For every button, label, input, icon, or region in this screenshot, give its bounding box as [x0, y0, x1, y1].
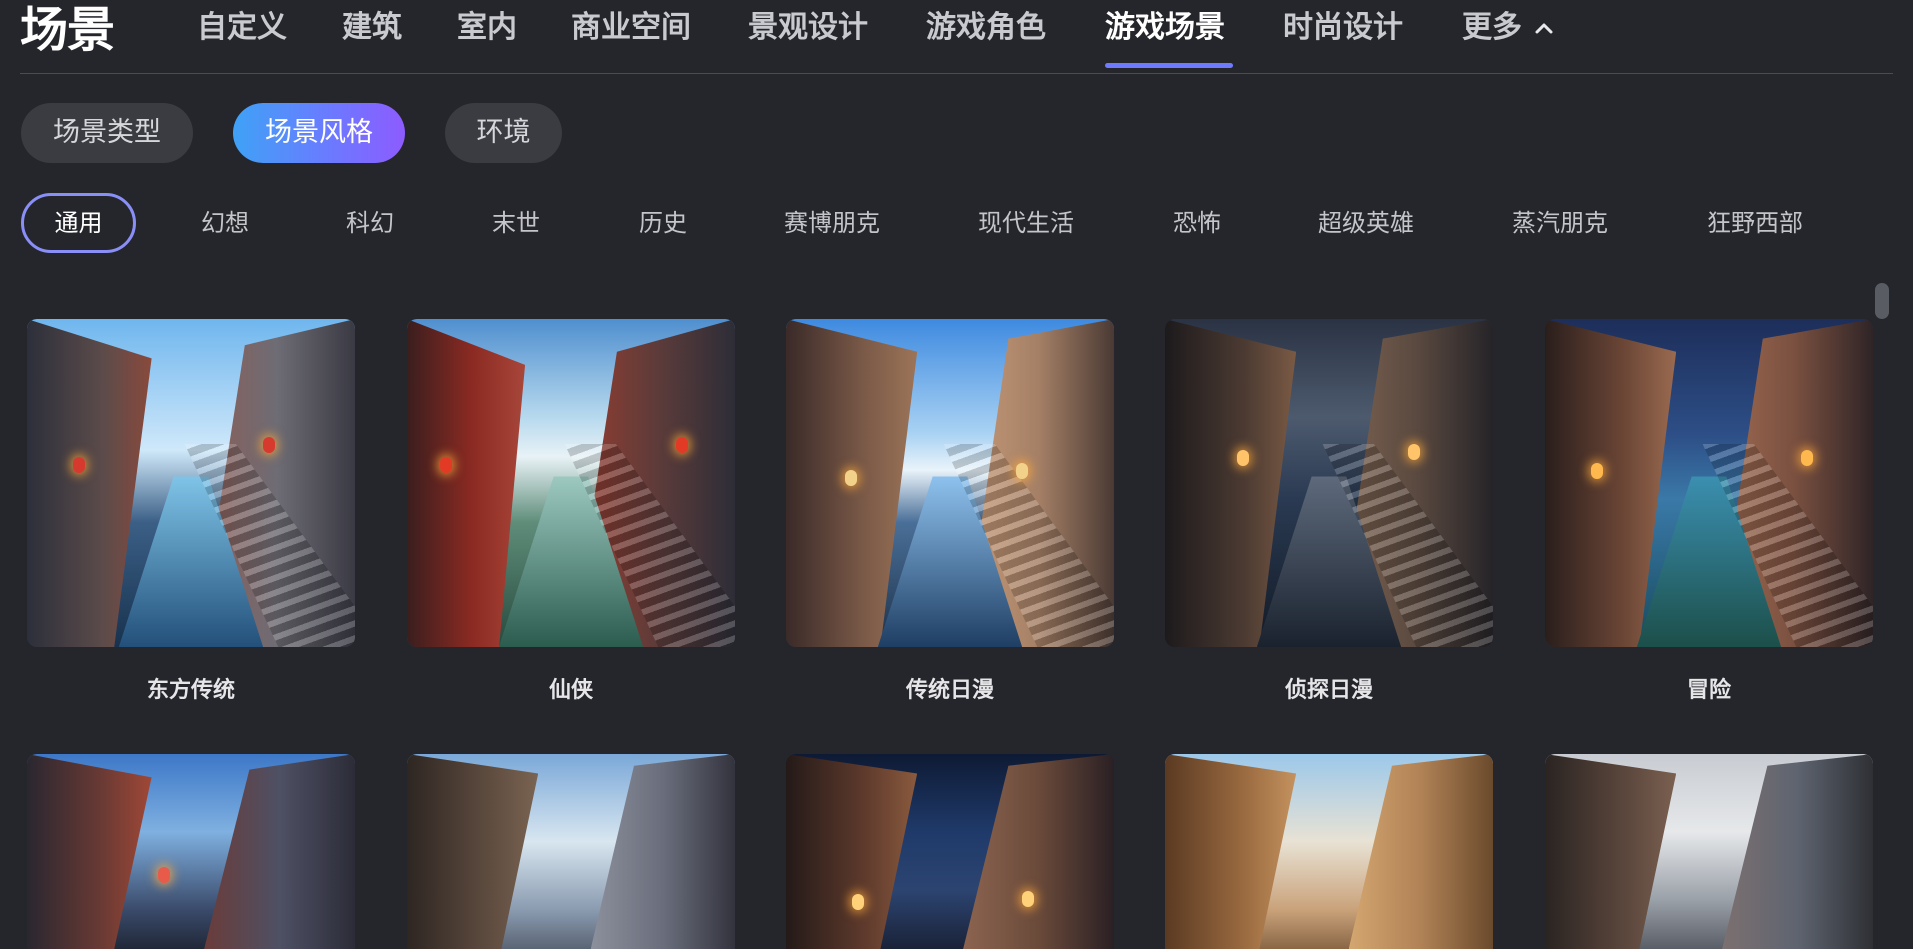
- page-title: 场景: [20, 2, 115, 58]
- scene-thumbnail: [1545, 319, 1873, 647]
- filter-superhero[interactable]: 超级英雄: [1306, 193, 1426, 253]
- filter-horror[interactable]: 恐怖: [1147, 193, 1247, 253]
- scene-thumbnail: [27, 319, 355, 647]
- category-environment[interactable]: 环境: [445, 103, 562, 163]
- tab-landscape-design[interactable]: 景观设计: [748, 8, 868, 48]
- active-tab-indicator: [1105, 63, 1233, 68]
- filter-steampunk[interactable]: 蒸汽朋克: [1500, 193, 1620, 253]
- tab-architecture[interactable]: 建筑: [342, 8, 402, 48]
- filter-scifi[interactable]: 科幻: [320, 193, 420, 253]
- tab-game-scene[interactable]: 游戏场景: [1105, 8, 1225, 48]
- top-nav-bar: 场景 自定义 建筑 室内 商业空间 景观设计 游戏角色 游戏场景 时尚设计 更多: [0, 0, 1913, 74]
- filter-history[interactable]: 历史: [613, 193, 713, 253]
- style-card-xianxia[interactable]: 仙侠: [407, 319, 735, 703]
- style-card[interactable]: [407, 754, 735, 949]
- tab-custom[interactable]: 自定义: [197, 8, 287, 48]
- style-card-detective-anime[interactable]: 侦探日漫: [1165, 319, 1493, 703]
- scene-thumbnail: [786, 319, 1114, 647]
- scene-thumbnail: [1165, 319, 1493, 647]
- chevron-up-icon: [1535, 23, 1553, 34]
- scene-thumbnail: [786, 754, 1114, 949]
- style-card-label: 侦探日漫: [1284, 678, 1373, 703]
- style-card-eastern-traditional[interactable]: 东方传统: [27, 319, 355, 703]
- style-card[interactable]: [27, 754, 355, 949]
- filter-cyberpunk[interactable]: 赛博朋克: [772, 193, 892, 253]
- tab-fashion-design[interactable]: 时尚设计: [1283, 8, 1403, 48]
- filter-wild-west[interactable]: 狂野西部: [1695, 193, 1815, 253]
- style-card[interactable]: [1545, 754, 1873, 949]
- scrollbar-thumb[interactable]: [1875, 283, 1889, 319]
- category-scene-style[interactable]: 场景风格: [233, 103, 405, 163]
- filter-fantasy[interactable]: 幻想: [175, 193, 275, 253]
- scene-thumbnail: [407, 754, 735, 949]
- style-card-label: 仙侠: [548, 678, 593, 703]
- category-scene-type[interactable]: 场景类型: [21, 103, 193, 163]
- style-card[interactable]: [786, 754, 1114, 949]
- filter-general[interactable]: 通用: [21, 193, 136, 253]
- filter-modern-life[interactable]: 现代生活: [966, 193, 1086, 253]
- style-card-label: 东方传统: [146, 678, 235, 703]
- style-card-label: 冒险: [1686, 678, 1731, 703]
- tab-more[interactable]: 更多: [1462, 8, 1556, 48]
- divider: [20, 73, 1893, 74]
- style-card[interactable]: [1165, 754, 1493, 949]
- tab-commercial-space[interactable]: 商业空间: [571, 8, 691, 48]
- scene-thumbnail: [27, 754, 355, 949]
- tab-more-label: 更多: [1462, 10, 1522, 45]
- style-card-label: 传统日漫: [905, 678, 994, 703]
- scene-thumbnail: [1165, 754, 1493, 949]
- scene-thumbnail: [407, 319, 735, 647]
- tab-interior[interactable]: 室内: [457, 8, 517, 48]
- style-card-classic-anime[interactable]: 传统日漫: [786, 319, 1114, 703]
- filter-apocalypse[interactable]: 末世: [466, 193, 566, 253]
- tab-game-character[interactable]: 游戏角色: [926, 8, 1046, 48]
- scene-thumbnail: [1545, 754, 1873, 949]
- style-card-adventure[interactable]: 冒险: [1545, 319, 1873, 703]
